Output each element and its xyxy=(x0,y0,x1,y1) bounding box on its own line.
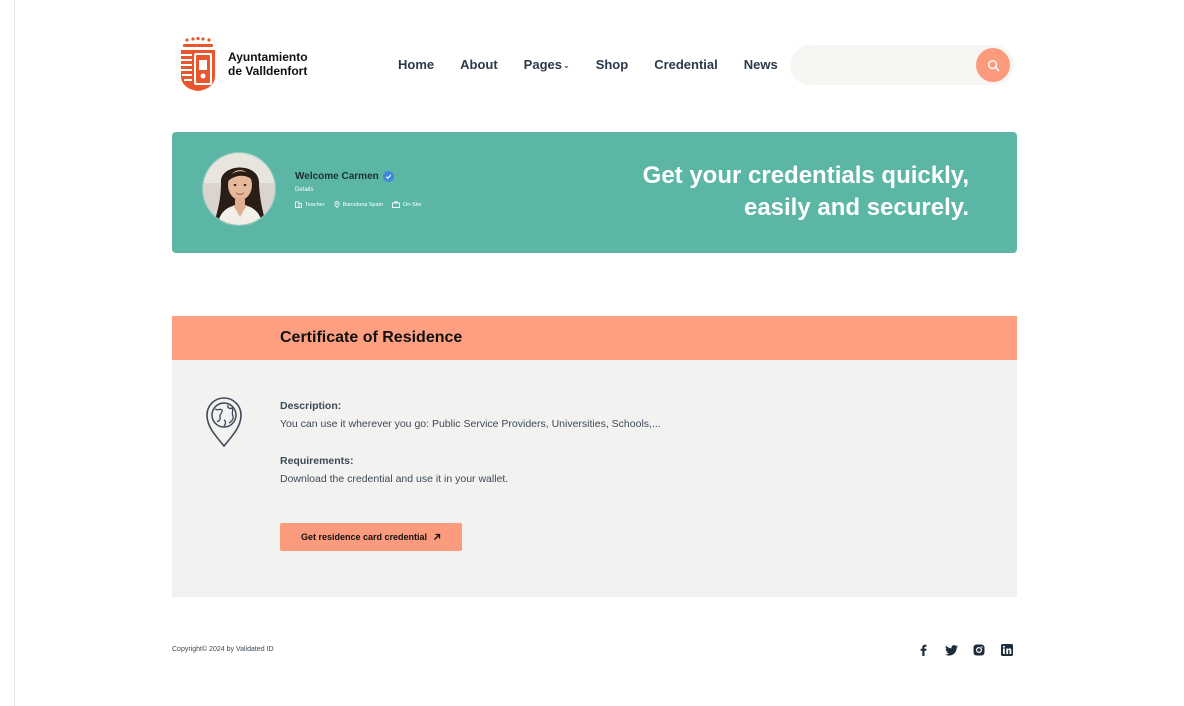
chevron-down-icon: ⌄ xyxy=(562,61,570,70)
requirements-label: Requirements: xyxy=(280,455,354,467)
page-divider xyxy=(14,0,15,706)
building-icon xyxy=(295,201,302,208)
brand-name: Ayuntamiento de Valldenfort xyxy=(228,50,318,78)
meta-location-label: Barcelona Spain xyxy=(342,201,383,208)
twitter-icon[interactable] xyxy=(944,643,958,657)
main-nav: Home About Pages⌄ Shop Credential News xyxy=(398,57,804,72)
verified-badge-icon xyxy=(382,171,394,182)
brand-name-line2: de Valldenfort xyxy=(228,64,308,78)
nav-home[interactable]: Home xyxy=(398,57,434,72)
coat-of-arms-icon xyxy=(181,36,215,91)
globe-location-icon xyxy=(206,397,242,448)
welcome-heading: Welcome Carmen xyxy=(295,171,394,182)
nav-shop[interactable]: Shop xyxy=(596,57,629,72)
welcome-banner: Welcome Carmen Details Teacher Barcelona… xyxy=(172,132,1017,253)
details-link[interactable]: Details xyxy=(295,187,313,193)
meta-role: Teacher xyxy=(295,201,325,208)
copyright: Copyright© 2024 by Validated ID xyxy=(172,646,274,653)
location-pin-icon xyxy=(333,201,340,208)
nav-news[interactable]: News xyxy=(744,57,778,72)
description-label: Description: xyxy=(280,400,342,412)
nav-about[interactable]: About xyxy=(460,57,498,72)
search-bar xyxy=(790,45,1014,85)
nav-pages[interactable]: Pages⌄ xyxy=(524,57,570,72)
meta-work-mode-label: On-Site xyxy=(402,201,422,208)
meta-role-label: Teacher xyxy=(305,201,325,208)
hero-title-line1: Get your credentials quickly, xyxy=(642,162,969,189)
facebook-icon[interactable] xyxy=(916,643,930,657)
description-text: You can use it wherever you go: Public S… xyxy=(280,418,661,430)
get-credential-button-label: Get residence card credential xyxy=(300,532,428,542)
get-credential-button[interactable]: Get residence card credential xyxy=(280,523,462,551)
meta-location: Barcelona Spain xyxy=(333,201,383,208)
avatar xyxy=(202,152,276,226)
nav-credential[interactable]: Credential xyxy=(654,57,718,72)
linkedin-icon[interactable] xyxy=(1000,643,1014,657)
logo[interactable]: Ayuntamiento de Valldenfort xyxy=(178,36,318,92)
search-icon xyxy=(987,59,999,71)
briefcase-icon xyxy=(392,201,400,208)
arrow-up-right-icon xyxy=(434,533,441,540)
search-button[interactable] xyxy=(976,48,1010,82)
nav-pages-label: Pages xyxy=(523,57,562,72)
site-header: Ayuntamiento de Valldenfort Home About P… xyxy=(172,30,1017,100)
welcome-text: Welcome Carmen xyxy=(295,171,379,182)
search-input[interactable] xyxy=(804,55,974,75)
hero-title-line2: easily and securely. xyxy=(743,194,969,221)
hero-title: Get your credentials quickly, easily and… xyxy=(549,160,969,224)
social-links xyxy=(916,643,1014,657)
meta-work-mode: On-Site xyxy=(392,201,422,208)
brand-name-line1: Ayuntamiento xyxy=(228,50,308,64)
certificate-body: Description: You can use it wherever you… xyxy=(172,360,1017,597)
certificate-header: Certificate of Residence xyxy=(172,316,1017,360)
instagram-icon[interactable] xyxy=(972,643,986,657)
certificate-title: Certificate of Residence xyxy=(280,329,463,346)
profile-meta: Teacher Barcelona Spain On-Site xyxy=(295,201,422,208)
requirements-text: Download the credential and use it in yo… xyxy=(280,473,509,485)
